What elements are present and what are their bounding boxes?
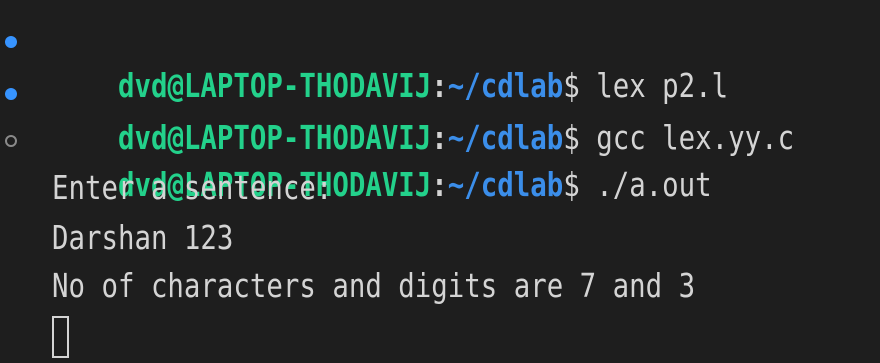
command-running-decoration-icon[interactable] [5,135,17,147]
output-line: No of characters and digits are 7 and 3 [52,266,696,305]
output-line: Enter a sentence: [52,168,333,207]
command-success-decoration-icon[interactable] [5,36,17,48]
prompt-separator: : [431,165,448,204]
output-line: Darshan 123 [52,218,234,257]
command-line: dvd@LAPTOP-THODAVIJ:~/cdlab$ lex p2.l [52,20,728,105]
command-line: dvd@LAPTOP-THODAVIJ:~/cdlab$ gcc lex.yy.… [52,72,794,157]
terminal-panel[interactable]: dvd@LAPTOP-THODAVIJ:~/cdlab$ lex p2.l dv… [0,0,880,363]
command-text: ./a.out [579,165,712,204]
prompt-path: ~/cdlab [447,165,564,204]
command-success-decoration-icon[interactable] [5,88,17,100]
terminal-cursor[interactable] [52,316,69,358]
prompt-symbol: $ [563,165,580,204]
command-line: dvd@LAPTOP-THODAVIJ:~/cdlab$ ./a.out [52,119,712,204]
